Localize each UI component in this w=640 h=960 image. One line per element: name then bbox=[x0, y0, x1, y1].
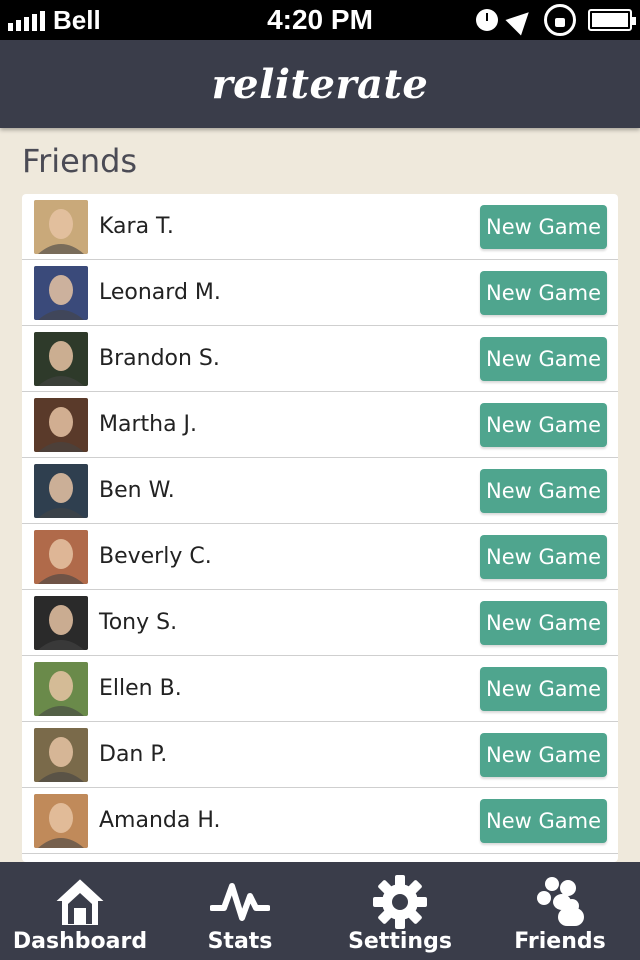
home-icon bbox=[51, 876, 109, 927]
friend-row[interactable]: Ellen B. New Game bbox=[22, 656, 618, 722]
tab-label-dashboard: Dashboard bbox=[12, 929, 148, 954]
avatar bbox=[34, 662, 88, 716]
friend-name: Brandon S. bbox=[99, 346, 220, 371]
friend-name: Kara T. bbox=[99, 214, 174, 239]
status-bar: Bell 4:20 PM bbox=[0, 0, 640, 40]
avatar-image bbox=[34, 266, 88, 320]
new-game-button[interactable]: New Game bbox=[480, 403, 607, 447]
tab-friends[interactable]: Friends bbox=[480, 862, 640, 960]
new-game-button[interactable]: New Game bbox=[480, 337, 607, 381]
rotation-lock-icon bbox=[544, 4, 576, 36]
avatar-image bbox=[34, 398, 88, 452]
tab-label-settings: Settings bbox=[348, 929, 452, 954]
avatar-image bbox=[34, 530, 88, 584]
avatar-image bbox=[34, 794, 88, 848]
tab-label-stats: Stats bbox=[207, 929, 273, 954]
friend-name: Amanda H. bbox=[99, 808, 221, 833]
new-game-button[interactable]: New Game bbox=[480, 205, 607, 249]
new-game-button[interactable]: New Game bbox=[480, 667, 607, 711]
avatar-image bbox=[34, 332, 88, 386]
page-title: Friends bbox=[22, 142, 138, 180]
new-game-button[interactable]: New Game bbox=[480, 469, 607, 513]
friends-icon bbox=[537, 877, 584, 926]
new-game-button[interactable]: New Game bbox=[480, 799, 607, 843]
tab-stats[interactable]: Stats bbox=[160, 862, 320, 960]
friend-row[interactable]: Brandon S. New Game bbox=[22, 326, 618, 392]
friend-name: Ben W. bbox=[99, 478, 175, 503]
avatar-image bbox=[34, 662, 88, 716]
avatar-image bbox=[34, 596, 88, 650]
avatar-image bbox=[34, 728, 88, 782]
friend-row[interactable]: Kara T. New Game bbox=[22, 194, 618, 260]
tab-bar: Dashboard Stats Settings Friends bbox=[0, 862, 640, 960]
new-game-button[interactable]: New Game bbox=[480, 733, 607, 777]
alarm-clock-icon bbox=[476, 9, 498, 31]
avatar bbox=[34, 794, 88, 848]
friend-row[interactable]: Martha J. New Game bbox=[22, 392, 618, 458]
avatar bbox=[34, 596, 88, 650]
new-game-button[interactable]: New Game bbox=[480, 601, 607, 645]
new-game-button[interactable]: New Game bbox=[480, 271, 607, 315]
location-arrow-icon bbox=[505, 4, 537, 36]
friend-row[interactable]: Tony S. New Game bbox=[22, 590, 618, 656]
friend-row[interactable]: Beverly C. New Game bbox=[22, 524, 618, 590]
friend-name: Tony S. bbox=[99, 610, 178, 635]
friends-list: Kara T. New Game Leonard M. New Game Brandon… bbox=[22, 194, 618, 862]
avatar bbox=[34, 200, 88, 254]
avatar bbox=[34, 398, 88, 452]
avatar bbox=[34, 332, 88, 386]
friend-name: Beverly C. bbox=[99, 544, 212, 569]
avatar-image bbox=[34, 200, 88, 254]
avatar bbox=[34, 728, 88, 782]
friend-name: Dan P. bbox=[99, 742, 168, 767]
new-game-button[interactable]: New Game bbox=[480, 535, 607, 579]
tab-settings[interactable]: Settings bbox=[320, 862, 480, 960]
friend-name: Ellen B. bbox=[99, 676, 182, 701]
app-title: reliterate bbox=[211, 60, 429, 108]
stats-icon bbox=[210, 883, 270, 921]
tab-label-friends: Friends bbox=[514, 929, 606, 954]
friend-row[interactable]: Dan P. New Game bbox=[22, 722, 618, 788]
friend-row[interactable]: Leonard M. New Game bbox=[22, 260, 618, 326]
friend-row[interactable]: Ben W. New Game bbox=[22, 458, 618, 524]
friend-row[interactable]: Amanda H. New Game bbox=[22, 788, 618, 854]
avatar bbox=[34, 464, 88, 518]
avatar bbox=[34, 530, 88, 584]
nav-header: reliterate bbox=[0, 40, 640, 128]
friend-name: Leonard M. bbox=[99, 280, 221, 305]
friend-name: Martha J. bbox=[99, 412, 198, 437]
avatar-image bbox=[34, 464, 88, 518]
tab-dashboard[interactable]: Dashboard bbox=[0, 862, 160, 960]
battery-icon bbox=[588, 9, 636, 31]
gear-icon bbox=[373, 875, 427, 929]
avatar bbox=[34, 266, 88, 320]
